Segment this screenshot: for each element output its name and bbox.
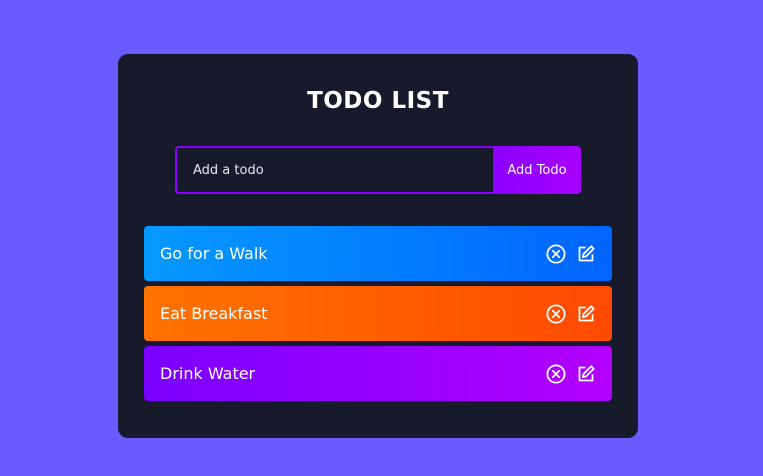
todo-text[interactable]: Eat Breakfast (160, 304, 267, 323)
edit-icon[interactable] (576, 364, 596, 384)
todo-actions (546, 363, 596, 384)
page-title: TODO LIST (307, 88, 449, 114)
todo-item[interactable]: Go for a Walk (144, 226, 612, 281)
todo-app: TODO LIST Add Todo Go for a Walk (118, 54, 638, 438)
todo-actions (546, 303, 596, 324)
todo-form: Add Todo (175, 146, 581, 194)
todo-item[interactable]: Drink Water (144, 346, 612, 401)
close-circle-icon[interactable] (546, 243, 566, 264)
add-todo-button[interactable]: Add Todo (493, 146, 581, 194)
edit-icon[interactable] (576, 244, 596, 264)
todo-text[interactable]: Go for a Walk (160, 244, 268, 263)
close-circle-icon[interactable] (546, 363, 566, 384)
todo-input[interactable] (175, 146, 493, 194)
todo-list: Go for a Walk Eat Breakfast Drink Water (144, 226, 612, 406)
edit-icon[interactable] (576, 304, 596, 324)
todo-actions (546, 243, 596, 264)
todo-item[interactable]: Eat Breakfast (144, 286, 612, 341)
close-circle-icon[interactable] (546, 303, 566, 324)
todo-text[interactable]: Drink Water (160, 364, 255, 383)
